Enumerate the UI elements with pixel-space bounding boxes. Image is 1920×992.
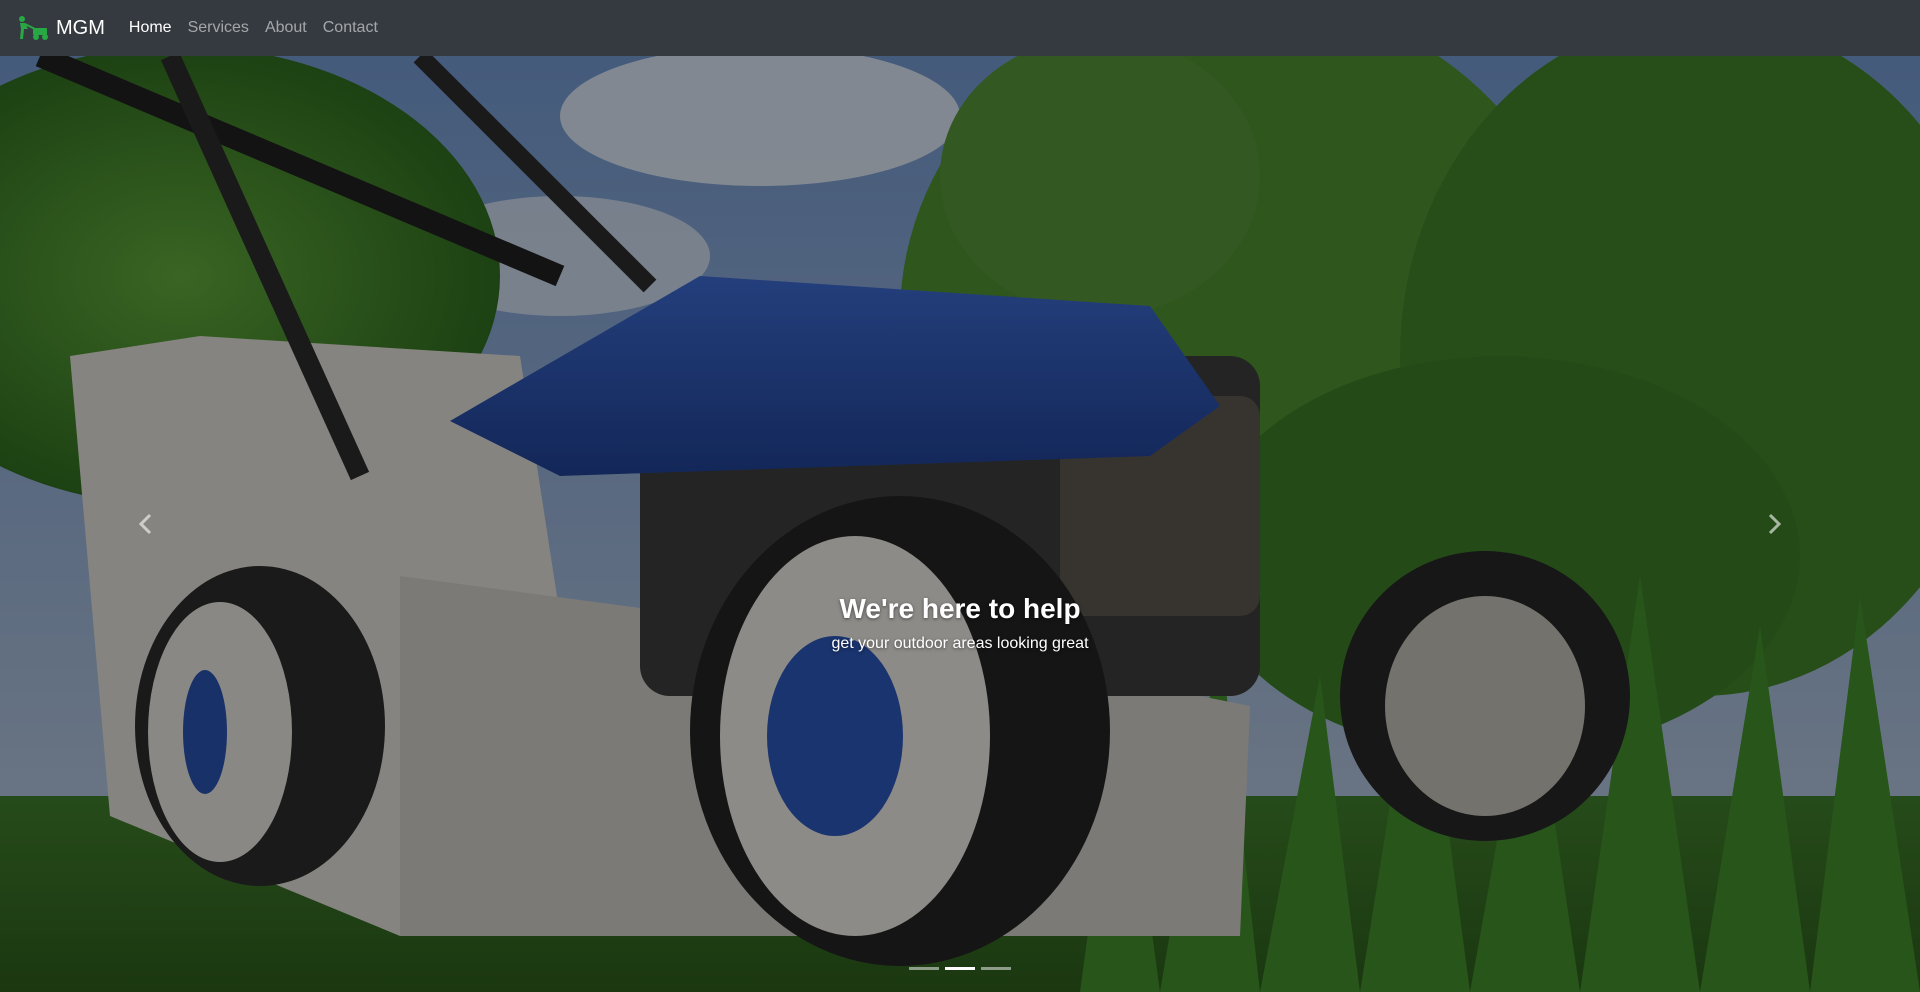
carousel-indicator-1[interactable] (909, 967, 939, 970)
brand-link[interactable]: MGM (16, 15, 105, 41)
nav-services[interactable]: Services (188, 20, 249, 36)
nav-contact[interactable]: Contact (323, 20, 378, 36)
navbar: MGM Home Services About Contact (0, 0, 1920, 56)
carousel-indicator-3[interactable] (981, 967, 1011, 970)
carousel-prev-button[interactable] (0, 56, 290, 992)
chevron-left-icon (138, 513, 152, 535)
chevron-right-icon (1768, 513, 1782, 535)
carousel-caption: We're here to help get your outdoor area… (0, 592, 1920, 654)
hero-carousel: We're here to help get your outdoor area… (0, 56, 1920, 992)
nav-about[interactable]: About (265, 20, 307, 36)
carousel-indicators (0, 967, 1920, 970)
caption-title: We're here to help (839, 593, 1081, 624)
brand-name: MGM (56, 17, 105, 39)
mower-logo-icon (16, 15, 50, 41)
carousel-indicator-2[interactable] (945, 967, 975, 970)
main-nav: Home Services About Contact (129, 20, 394, 36)
nav-home[interactable]: Home (129, 20, 172, 36)
carousel-next-button[interactable] (1630, 56, 1920, 992)
caption-subtitle: get your outdoor areas looking great (831, 635, 1089, 652)
